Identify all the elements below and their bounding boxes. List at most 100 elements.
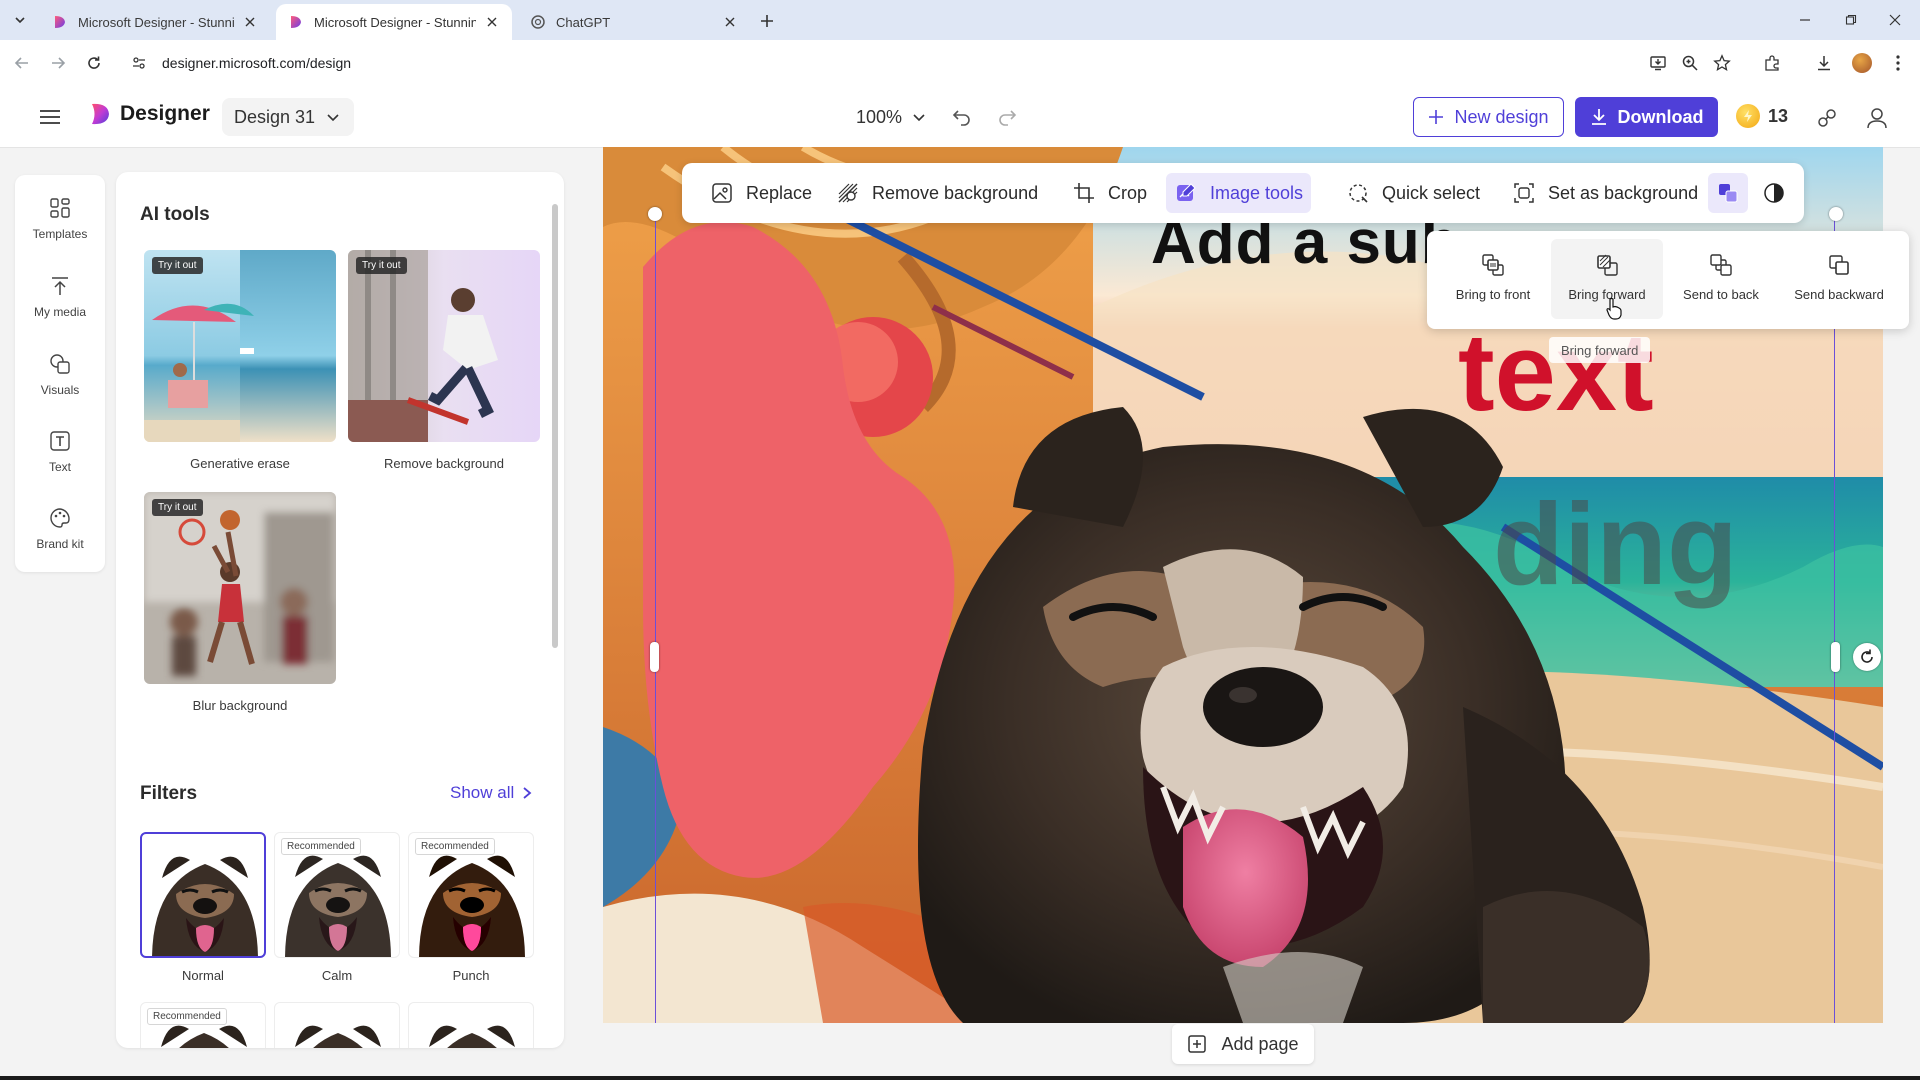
undo-button[interactable] <box>950 105 974 129</box>
nav-item-label: Text <box>48 460 71 474</box>
filter-option[interactable] <box>408 1002 534 1048</box>
add-page-label: Add page <box>1221 1033 1299 1054</box>
minimize-icon <box>1800 19 1810 21</box>
ai-tool-remove-background[interactable]: Try it out Remove background <box>348 250 540 471</box>
ai-tool-generative-erase[interactable]: Try it out Generative erase <box>144 250 336 471</box>
zoom-indicator-button[interactable] <box>1678 51 1702 75</box>
ai-tool-blur-background[interactable]: Try it out Blur background <box>144 492 336 713</box>
site-info-icon[interactable] <box>128 52 150 74</box>
ai-tools-title: AI tools <box>140 204 210 225</box>
image-tools-button[interactable]: Image tools <box>1166 173 1312 213</box>
app-header: Designer Design 31 100% New design Downl… <box>0 86 1920 148</box>
redo-button[interactable] <box>995 105 1019 129</box>
try-it-out-badge: Try it out <box>152 499 203 516</box>
resize-handle-top-left[interactable] <box>648 207 662 221</box>
send-to-back-label: Send to back <box>1683 287 1759 302</box>
add-page-button[interactable]: Add page <box>1172 1024 1314 1064</box>
extensions-button[interactable] <box>1760 51 1784 75</box>
back-button[interactable] <box>10 51 34 75</box>
share-button[interactable] <box>1813 104 1841 132</box>
resize-handle-right[interactable] <box>1831 642 1840 672</box>
filter-label: Punch <box>452 968 490 983</box>
set-as-background-button[interactable]: Set as background <box>1504 173 1706 213</box>
zoom-dropdown[interactable]: 100% <box>856 100 926 134</box>
hamburger-icon <box>40 110 60 124</box>
replace-button[interactable]: Replace <box>702 173 820 213</box>
filter-option[interactable]: Recommended Calm <box>274 832 400 983</box>
resize-handle-left[interactable] <box>650 642 659 672</box>
browser-tab-1[interactable]: Microsoft Designer - Stunning designs in… <box>40 4 270 40</box>
tab-search-button[interactable] <box>8 8 32 32</box>
remove-background-thumbnail: Try it out <box>348 250 540 442</box>
reload-icon <box>88 56 100 69</box>
download-button[interactable]: Download <box>1575 97 1718 137</box>
filter-label: Calm <box>321 968 353 983</box>
recommended-badge: Recommended <box>147 1008 227 1025</box>
bring-to-front-button[interactable]: Bring to front <box>1437 239 1549 319</box>
minimize-button[interactable] <box>1790 8 1820 32</box>
filter-option[interactable]: Recommended <box>140 1002 266 1048</box>
arrow-right-icon <box>52 57 66 69</box>
close-tab-icon[interactable] <box>484 14 500 30</box>
resize-handle-top-right[interactable] <box>1829 207 1843 221</box>
browser-toolbar: designer.microsoft.com/design <box>0 40 1920 86</box>
design-name-dropdown[interactable]: Design 31 <box>222 98 354 136</box>
crop-button[interactable]: Crop <box>1064 173 1155 213</box>
account-button[interactable] <box>1863 104 1891 132</box>
chevron-down-icon <box>913 114 925 122</box>
filter-option[interactable]: Normal <box>140 832 266 983</box>
arrow-left-icon <box>14 57 28 69</box>
quick-select-icon <box>1346 181 1370 205</box>
boost-credits[interactable]: 13 <box>1736 104 1788 128</box>
nav-item-my-media[interactable]: My media <box>15 265 105 335</box>
browser-menu-button[interactable] <box>1886 51 1910 75</box>
profile-button[interactable] <box>1850 51 1874 75</box>
crop-icon <box>1072 181 1096 205</box>
filter-option[interactable] <box>274 1002 400 1048</box>
browser-tab-2[interactable]: Microsoft Designer - Stunning designs in… <box>276 4 512 40</box>
arrange-button[interactable] <box>1708 173 1748 213</box>
show-all-filters-link[interactable]: Show all <box>450 783 532 803</box>
rotate-handle[interactable] <box>1853 643 1881 671</box>
replace-label: Replace <box>746 182 813 203</box>
quick-select-button[interactable]: Quick select <box>1338 173 1488 213</box>
reload-button[interactable] <box>82 51 106 75</box>
arrange-icon <box>1719 184 1738 203</box>
close-tab-icon[interactable] <box>722 14 738 30</box>
close-tab-icon[interactable] <box>242 14 258 30</box>
image-tools-icon <box>1174 181 1198 205</box>
filter-thumbnail: Recommended <box>408 832 534 958</box>
browser-tab-3[interactable]: ChatGPT <box>518 4 750 40</box>
add-page-icon <box>1188 1035 1207 1053</box>
url-text: designer.microsoft.com/design <box>162 55 352 71</box>
nav-item-templates[interactable]: Templates <box>15 187 105 257</box>
close-window-button[interactable] <box>1880 8 1910 32</box>
panel-scrollbar[interactable] <box>552 204 558 648</box>
restore-button[interactable] <box>1836 8 1866 32</box>
bookmark-button[interactable] <box>1710 51 1734 75</box>
generative-erase-thumbnail: Try it out <box>144 250 336 442</box>
send-to-back-button[interactable]: Send to back <box>1665 239 1777 319</box>
blur-background-thumbnail: Try it out <box>144 492 336 684</box>
nav-item-brand-kit[interactable]: Brand kit <box>15 497 105 567</box>
chevron-down-icon <box>327 114 339 122</box>
adjust-button[interactable] <box>1754 173 1794 213</box>
remove-background-button[interactable]: Remove background <box>828 173 1046 213</box>
downloads-button[interactable] <box>1812 51 1836 75</box>
filter-thumbnail <box>140 832 266 958</box>
install-app-button[interactable] <box>1646 51 1670 75</box>
menu-button[interactable] <box>38 105 62 129</box>
new-design-button[interactable]: New design <box>1413 97 1564 137</box>
filter-thumbnail <box>274 1002 400 1048</box>
nav-item-text[interactable]: Text <box>15 420 105 490</box>
forward-button[interactable] <box>46 51 70 75</box>
filter-thumbnail: Recommended <box>140 1002 266 1048</box>
bring-to-front-icon <box>1479 251 1507 279</box>
nav-item-visuals[interactable]: Visuals <box>15 343 105 413</box>
brand[interactable]: Designer <box>88 102 210 126</box>
undo-icon <box>952 110 970 126</box>
address-bar[interactable]: designer.microsoft.com/design <box>124 46 1680 80</box>
send-backward-button[interactable]: Send backward <box>1783 239 1895 319</box>
filter-option[interactable]: Recommended Punch <box>408 832 534 983</box>
new-tab-button[interactable] <box>756 10 778 32</box>
